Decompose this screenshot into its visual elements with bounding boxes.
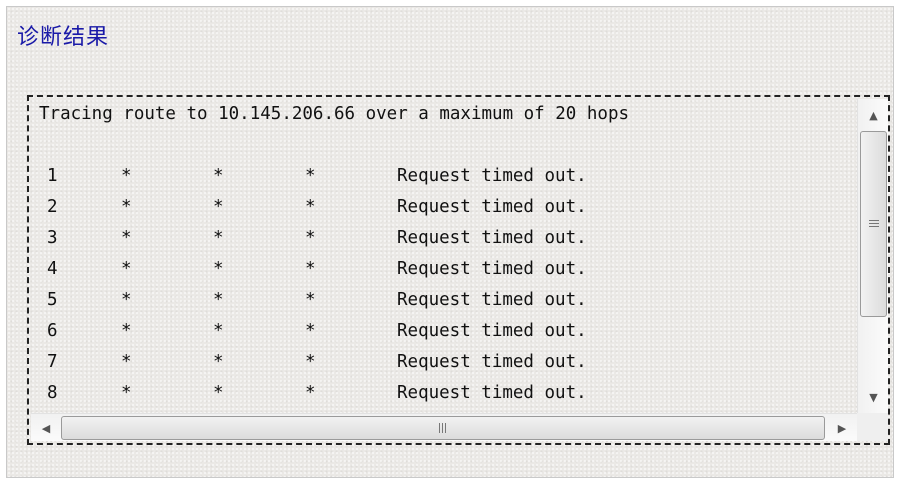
- hop-message: Request timed out.: [397, 290, 587, 310]
- hop-message: Request timed out.: [397, 259, 587, 279]
- trace-header-line: Tracing route to 10.145.206.66 over a ma…: [39, 104, 630, 124]
- hop-row: 1 * * * Request timed out.: [31, 161, 857, 192]
- hop-number: 1: [47, 166, 58, 186]
- scrollbar-corner: [857, 413, 888, 441]
- scroll-up-arrow-icon[interactable]: ▲: [858, 99, 889, 131]
- hop-probe-3: *: [305, 197, 316, 217]
- hop-probe-2: *: [213, 383, 224, 403]
- scroll-left-arrow-icon[interactable]: ◀: [31, 414, 61, 442]
- hop-number: 3: [47, 228, 58, 248]
- hop-probe-3: *: [305, 321, 316, 341]
- hop-message: Request timed out.: [397, 228, 587, 248]
- hop-row: 5 * * * Request timed out.: [31, 285, 857, 316]
- scroll-right-arrow-icon[interactable]: ▶: [827, 414, 857, 442]
- hop-number: 4: [47, 259, 58, 279]
- hop-probe-2: *: [213, 197, 224, 217]
- hop-row: 3 * * * Request timed out.: [31, 223, 857, 254]
- hop-probe-2: *: [213, 259, 224, 279]
- hop-number: 6: [47, 321, 58, 341]
- hop-number: 8: [47, 383, 58, 403]
- hop-row: 8 * * * Request timed out.: [31, 378, 857, 409]
- hop-probe-1: *: [121, 259, 132, 279]
- hop-probe-3: *: [305, 352, 316, 372]
- hop-probe-3: *: [305, 383, 316, 403]
- panel-title: 诊断结果: [17, 25, 110, 50]
- hop-probe-3: *: [305, 290, 316, 310]
- vertical-scrollbar[interactable]: ▲ ▼: [857, 99, 888, 413]
- hop-row: 6 * * * Request timed out.: [31, 316, 857, 347]
- hop-message: Request timed out.: [397, 321, 587, 341]
- hop-message: Request timed out.: [397, 352, 587, 372]
- hop-message: Request timed out.: [397, 383, 587, 403]
- hop-row: 7 * * * Request timed out.: [31, 347, 857, 378]
- hop-probe-2: *: [213, 290, 224, 310]
- diagnosis-result-panel: 诊断结果 Tracing route to 10.145.206.66 over…: [6, 6, 894, 478]
- hop-probe-3: *: [305, 259, 316, 279]
- horizontal-scrollbar[interactable]: ◀ ▶: [31, 413, 857, 441]
- hop-row: 4 * * * Request timed out.: [31, 254, 857, 285]
- output-textbox[interactable]: Tracing route to 10.145.206.66 over a ma…: [27, 95, 890, 445]
- hop-probe-1: *: [121, 352, 132, 372]
- grip-icon: [438, 423, 448, 433]
- hop-row: 2 * * * Request timed out.: [31, 192, 857, 223]
- hop-number: 7: [47, 352, 58, 372]
- hop-message: Request timed out.: [397, 197, 587, 217]
- output-text-area[interactable]: Tracing route to 10.145.206.66 over a ma…: [31, 99, 857, 413]
- hop-probe-2: *: [213, 166, 224, 186]
- hop-probe-2: *: [213, 228, 224, 248]
- hop-probe-1: *: [121, 321, 132, 341]
- horizontal-scroll-thumb[interactable]: [61, 416, 825, 440]
- hop-number: 5: [47, 290, 58, 310]
- hop-probe-1: *: [121, 166, 132, 186]
- hop-message: Request timed out.: [397, 166, 587, 186]
- hop-probe-3: *: [305, 228, 316, 248]
- hop-number: 2: [47, 197, 58, 217]
- hop-probe-1: *: [121, 197, 132, 217]
- hop-probe-2: *: [213, 352, 224, 372]
- grip-icon: [868, 219, 879, 229]
- hop-probe-1: *: [121, 383, 132, 403]
- vertical-scroll-thumb[interactable]: [860, 131, 887, 317]
- scroll-down-arrow-icon[interactable]: ▼: [858, 381, 889, 413]
- hop-probe-2: *: [213, 321, 224, 341]
- hop-probe-1: *: [121, 290, 132, 310]
- hop-probe-1: *: [121, 228, 132, 248]
- hop-probe-3: *: [305, 166, 316, 186]
